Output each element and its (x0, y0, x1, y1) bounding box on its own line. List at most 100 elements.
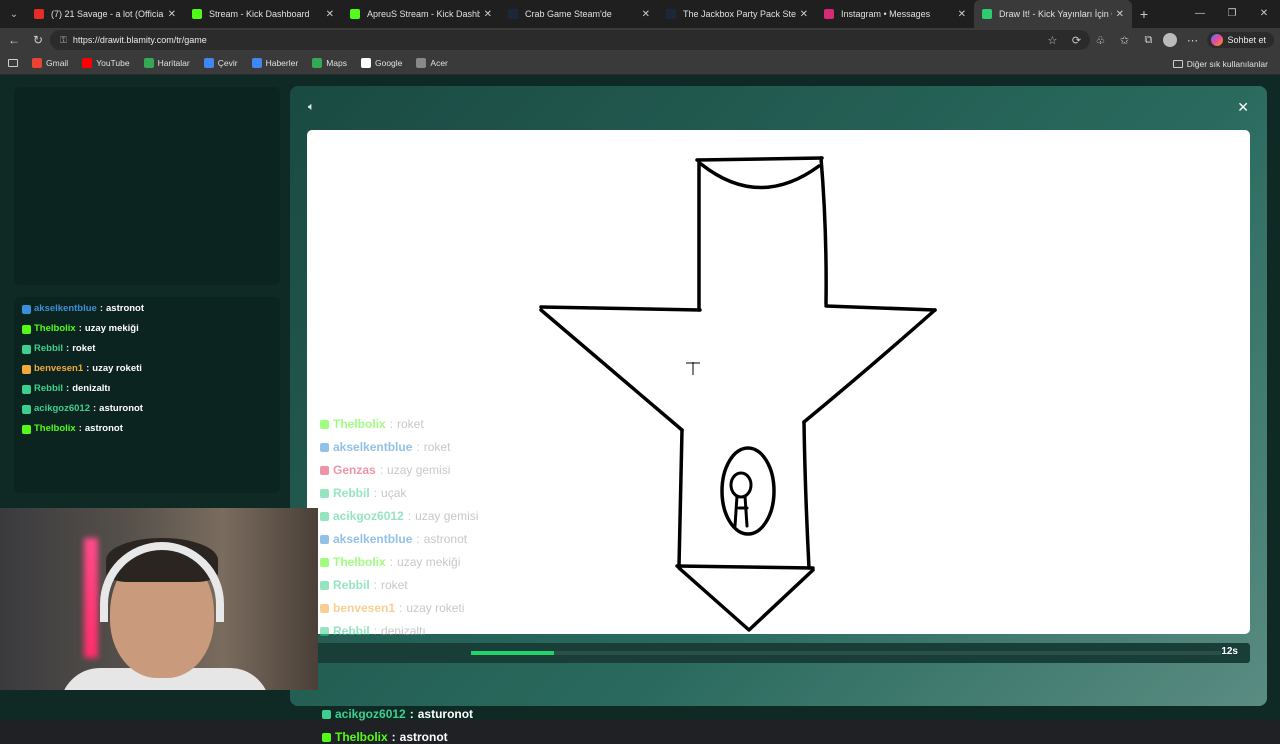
tab-actions-menu-icon[interactable]: ⌄ (2, 0, 26, 28)
copilot-button[interactable]: Sohbet et (1207, 32, 1274, 48)
reload-icon[interactable]: ↻ (26, 33, 50, 47)
tab-title: ApreuS Stream - Kick Dashboard (367, 9, 480, 19)
bookmark-item[interactable]: Google (354, 58, 409, 68)
restore-icon[interactable]: ❐ (1216, 0, 1248, 28)
chat-username[interactable]: Rebbil (333, 620, 370, 638)
close-icon[interactable]: ✕ (1237, 99, 1249, 116)
other-favorites[interactable]: Diğer sık kullanılanlar (1172, 52, 1268, 75)
other-favorites-label: Diğer sık kullanılanlar (1186, 58, 1268, 69)
browser-tab[interactable]: Stream - Kick Dashboard ✕ (184, 0, 342, 28)
chat-message: akselkentblue : roket (320, 436, 650, 459)
chat-username[interactable]: akselkentblue (333, 436, 412, 459)
stream-chat-panel: akselkentblue: astronot Thelbolix: uzay mek… (14, 297, 280, 493)
more-options-icon[interactable]: ⋯ (1183, 34, 1201, 47)
chat-username[interactable]: acikgoz6012 (333, 505, 404, 528)
chat-username[interactable]: Rebbil (34, 379, 63, 399)
chat-username[interactable]: akselkentblue (34, 299, 97, 319)
user-badge-icon (322, 709, 331, 719)
browser-tab[interactable]: Draw It! - Kick Yayınları İçin Çizim ✕ (974, 0, 1132, 28)
copilot-label: Sohbet et (1227, 35, 1266, 45)
bookmark-label: YouTube (96, 58, 130, 68)
chat-separator: : (86, 363, 90, 374)
chat-message: benvesen1: uzay roketi (22, 359, 272, 379)
window-controls: — ❐ ✕ (1184, 0, 1280, 28)
bookmark-item[interactable]: Gmail (25, 58, 75, 68)
favorite-star-icon[interactable]: ☆ (1043, 34, 1061, 47)
astronaut-head (729, 471, 753, 499)
chat-message: benvesen1 : uzay roketi (320, 597, 650, 620)
chat-username[interactable]: akselkentblue (333, 528, 412, 551)
chat-username[interactable]: acikgoz6012 (335, 707, 406, 721)
chat-text: astronot (84, 423, 123, 434)
bookmark-item[interactable]: Haberler (245, 58, 306, 68)
tab-title: Instagram • Messages (841, 9, 931, 19)
close-tab-icon[interactable]: ✕ (484, 9, 492, 20)
bookmark-favicon-icon (203, 58, 214, 68)
timer-progress (471, 651, 554, 655)
chat-username[interactable]: benvesen1 (34, 359, 83, 379)
pink-light (84, 538, 98, 658)
bookmark-item[interactable]: Haritalar (137, 58, 197, 68)
browser-tab[interactable]: (7) 21 Savage - a lot (Official Video ✕ (26, 0, 184, 28)
rocket-lower-right (802, 420, 811, 570)
chat-text: astronot (399, 730, 448, 744)
favorites-icon[interactable]: ✩ (1115, 34, 1133, 47)
chat-text: denizaltı (72, 383, 111, 394)
close-tab-icon[interactable]: ✕ (326, 9, 334, 20)
bookmarks-sidebar-icon[interactable] (0, 59, 25, 67)
bookmark-item[interactable]: Çevir (197, 58, 245, 68)
address-bar[interactable]: ⚿ https://drawit.blamity.com/tr/game (50, 30, 1090, 50)
chat-username[interactable]: Thelbolix (335, 730, 388, 744)
back-icon[interactable]: ← (2, 33, 26, 47)
user-badge-icon (22, 404, 31, 414)
chat-username[interactable]: Thelbolix (34, 419, 76, 439)
user-badge-icon (320, 535, 329, 544)
bookmark-item[interactable]: Maps (305, 58, 354, 68)
close-tab-icon[interactable]: ✕ (168, 9, 176, 20)
close-window-icon[interactable]: ✕ (1248, 0, 1280, 28)
bookmark-item[interactable]: Acer (409, 58, 454, 68)
chat-separator: : (379, 463, 384, 477)
tab-favicon-icon (192, 9, 202, 19)
chat-username[interactable]: Thelbolix (333, 551, 386, 574)
browser-tab[interactable]: Instagram • Messages ✕ (816, 0, 974, 28)
close-tab-icon[interactable]: ✕ (1116, 9, 1124, 20)
site-info-icon[interactable]: ⚿ (60, 35, 67, 46)
crosshair-cursor (686, 362, 700, 375)
close-tab-icon[interactable]: ✕ (958, 9, 966, 20)
chat-username[interactable]: Rebbil (34, 339, 63, 359)
tab-favicon-icon (508, 9, 518, 19)
collections-icon[interactable]: ⧉ (1139, 34, 1157, 47)
new-tab-button[interactable]: + (1132, 6, 1156, 22)
bookmark-item[interactable]: YouTube (75, 58, 136, 68)
chat-text: uzay roketi (406, 601, 465, 615)
user-badge-icon (322, 732, 331, 742)
webcam-feed (0, 508, 318, 690)
chat-username[interactable]: Rebbil (333, 482, 370, 505)
chat-username[interactable]: Thelbolix (333, 413, 386, 436)
chat-text: uzay mekiği (397, 555, 461, 569)
tab-title: Crab Game Steam'de (525, 9, 612, 19)
close-tab-icon[interactable]: ✕ (800, 9, 808, 20)
chat-username[interactable]: Genzas (333, 459, 376, 482)
close-tab-icon[interactable]: ✕ (642, 9, 650, 20)
speaker-icon[interactable]: 🔈︎ (308, 101, 315, 114)
chat-text: denizaltı (381, 624, 426, 638)
bookmark-favicon-icon (251, 58, 262, 68)
extensions-icon[interactable]: ⟳ (1067, 34, 1085, 47)
chat-message: Rebbil : uçak (320, 482, 650, 505)
tab-strip: ⌄ (7) 21 Savage - a lot (Official Video ✕… (0, 0, 1280, 28)
browser-tab[interactable]: The Jackbox Party Pack Steam'de ✕ (658, 0, 816, 28)
browser-tab[interactable]: Crab Game Steam'de ✕ (500, 0, 658, 28)
chat-message: acikgoz6012 : uzay gemisi (320, 505, 650, 528)
browser-essentials-icon[interactable]: ♧ (1091, 34, 1109, 47)
round-timer: 12s (307, 643, 1250, 663)
chat-username[interactable]: Thelbolix (34, 319, 76, 339)
page-content: akselkentblue: astronot Thelbolix: uzay mek… (0, 75, 1280, 744)
chat-username[interactable]: Rebbil (333, 574, 370, 597)
chat-username[interactable]: acikgoz6012 (34, 399, 90, 419)
chat-username[interactable]: benvesen1 (333, 597, 395, 620)
profile-avatar[interactable] (1163, 33, 1178, 47)
browser-tab[interactable]: ApreuS Stream - Kick Dashboard ✕ (342, 0, 500, 28)
minimize-icon[interactable]: — (1184, 0, 1216, 28)
